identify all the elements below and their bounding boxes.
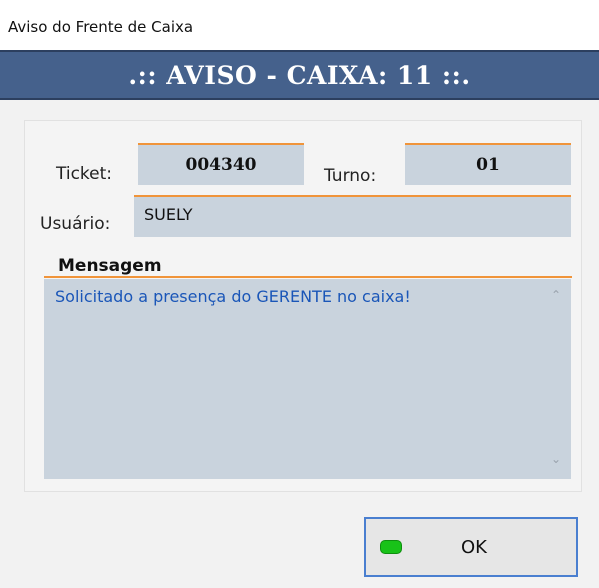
window-title: Aviso do Frente de Caixa — [8, 18, 194, 36]
usuario-label: Usuário: — [40, 214, 111, 234]
turno-label: Turno: — [324, 166, 377, 186]
scroll-up-icon[interactable]: ⌃ — [550, 289, 562, 301]
message-group-title: Mensagem — [44, 256, 572, 278]
message-textarea[interactable]: Solicitado a presença do GERENTE no caix… — [44, 279, 571, 479]
ticket-field: 004340 — [138, 143, 304, 185]
ok-button[interactable]: OK — [364, 517, 578, 577]
message-scrollbar[interactable]: ⌃ ⌄ — [541, 279, 571, 479]
notice-dialog: Aviso do Frente de Caixa .:: AVISO - CAI… — [0, 0, 599, 588]
turno-field: 01 — [405, 143, 571, 185]
usuario-field: SUELY — [134, 195, 571, 237]
ticket-label: Ticket: — [56, 164, 113, 184]
message-text: Solicitado a presença do GERENTE no caix… — [55, 287, 411, 306]
scroll-down-icon[interactable]: ⌄ — [550, 453, 562, 465]
notice-banner: .:: AVISO - CAIXA: 11 ::. — [0, 50, 599, 100]
status-light-icon — [380, 540, 402, 554]
ok-button-label: OK — [461, 536, 487, 558]
